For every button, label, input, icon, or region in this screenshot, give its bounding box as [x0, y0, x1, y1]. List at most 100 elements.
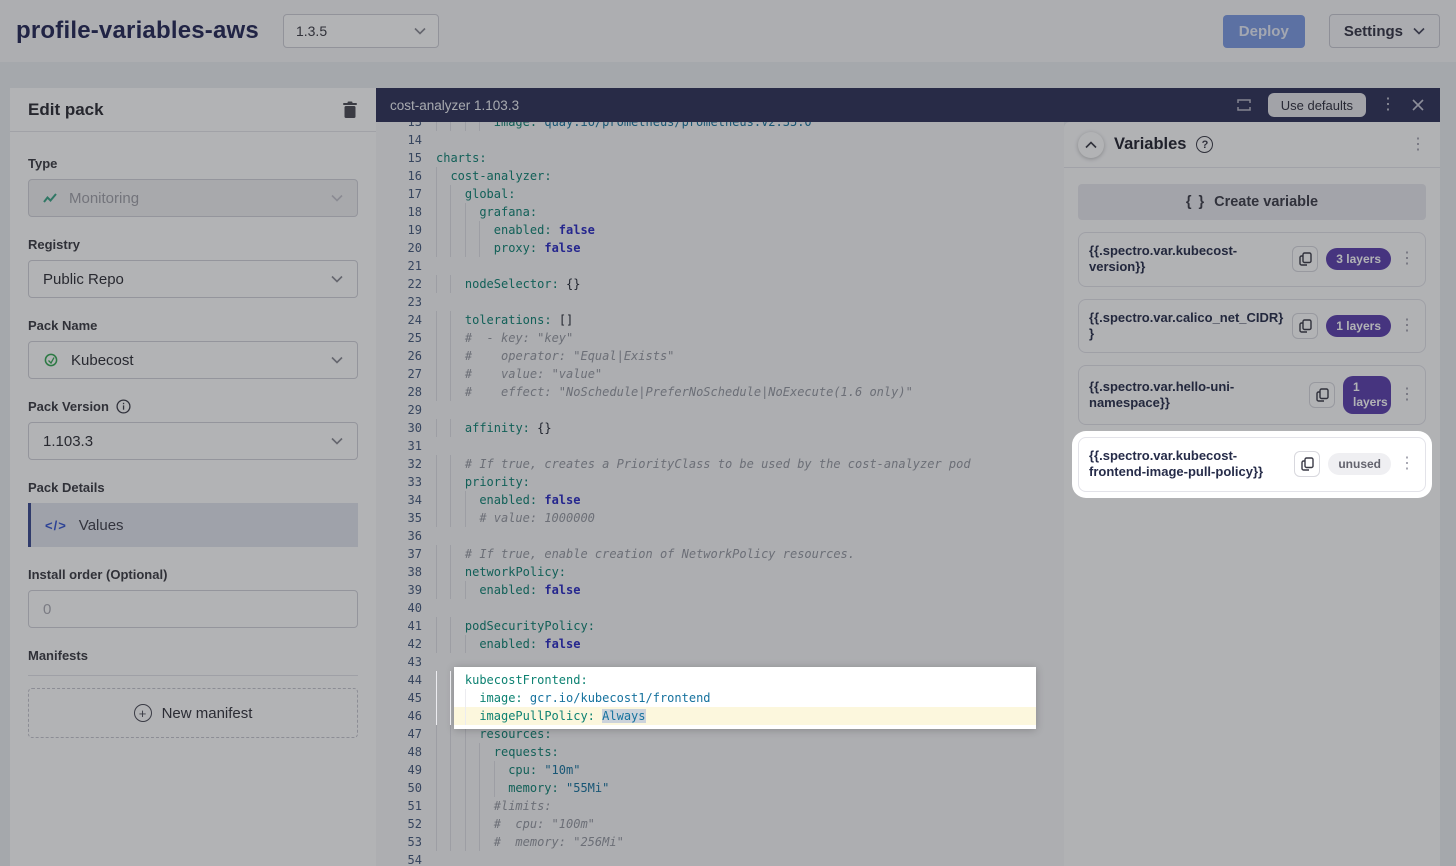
editor-header: cost-analyzer 1.103.3 Use defaults ⋮ [376, 88, 1440, 122]
chevron-down-icon [331, 437, 343, 445]
code-line[interactable]: imagePullPolicy: Always [436, 707, 1064, 725]
copy-variable-button[interactable] [1292, 246, 1318, 272]
pack-version-select[interactable]: 1.103.3 [28, 422, 358, 460]
code-line[interactable] [436, 599, 1064, 617]
copy-icon [1301, 457, 1314, 471]
line-number: 48 [376, 743, 422, 761]
variable-menu-button[interactable]: ⋮ [1399, 318, 1415, 334]
copy-variable-button[interactable] [1309, 382, 1335, 408]
code-line[interactable]: # value: 1000000 [436, 509, 1064, 527]
line-number: 17 [376, 185, 422, 203]
code-line[interactable]: # value: "value" [436, 365, 1064, 383]
code-line[interactable]: #limits: [436, 797, 1064, 815]
code-line[interactable]: cpu: "10m" [436, 761, 1064, 779]
line-number: 45 [376, 689, 422, 707]
code-line[interactable]: podSecurityPolicy: [436, 617, 1064, 635]
code-content[interactable]: image: quay.io/prometheus/prometheus:v2.… [436, 122, 1064, 866]
create-variable-button[interactable]: { } Create variable [1078, 184, 1426, 220]
edit-pack-header: Edit pack [10, 88, 376, 132]
compare-defaults-button[interactable] [1234, 96, 1254, 114]
variable-name: {{.spectro.var.kubecost-version}} [1089, 243, 1284, 276]
line-number: 23 [376, 293, 422, 311]
close-editor-button[interactable] [1410, 97, 1426, 113]
pack-editor-modal: cost-analyzer 1.103.3 Use defaults ⋮ 131… [376, 88, 1440, 866]
code-line[interactable]: priority: [436, 473, 1064, 491]
install-order-field: Install order (Optional) [28, 567, 358, 628]
registry-select[interactable]: Public Repo [28, 260, 358, 298]
code-line[interactable]: # - key: "key" [436, 329, 1064, 347]
code-line[interactable]: # operator: "Equal|Exists" [436, 347, 1064, 365]
variables-menu-button[interactable]: ⋮ [1410, 137, 1426, 153]
code-line[interactable]: cost-analyzer: [436, 167, 1064, 185]
manifests-section: Manifests + New manifest [28, 648, 358, 738]
code-line[interactable]: affinity: {} [436, 419, 1064, 437]
variable-menu-button[interactable]: ⋮ [1399, 251, 1415, 267]
variable-name: {{.spectro.var.hello-uni-namespace}} [1089, 379, 1301, 412]
line-number: 14 [376, 131, 422, 149]
editor-menu-button[interactable]: ⋮ [1380, 97, 1396, 113]
code-line[interactable]: proxy: false [436, 239, 1064, 257]
code-line[interactable] [436, 851, 1064, 866]
pack-details-values-item[interactable]: </> Values [28, 503, 358, 547]
code-line[interactable]: # memory: "256Mi" [436, 833, 1064, 851]
code-line[interactable]: grafana: [436, 203, 1064, 221]
code-line[interactable]: requests: [436, 743, 1064, 761]
variables-help-icon[interactable]: ? [1196, 136, 1213, 153]
variable-card[interactable]: {{.spectro.var.kubecost-version}}3 layer… [1078, 232, 1426, 287]
settings-button[interactable]: Settings [1329, 14, 1440, 48]
new-manifest-button[interactable]: + New manifest [28, 688, 358, 738]
copy-icon [1299, 252, 1312, 266]
code-line[interactable]: kubecostFrontend: [436, 671, 1064, 689]
code-line[interactable] [436, 131, 1064, 149]
code-line[interactable] [436, 437, 1064, 455]
delete-pack-button[interactable] [342, 101, 358, 119]
line-number: 44 [376, 671, 422, 689]
yaml-editor[interactable]: 1314151617181920212223242526272829303132… [376, 122, 1064, 866]
code-line[interactable]: networkPolicy: [436, 563, 1064, 581]
code-line[interactable]: # If true, enable creation of NetworkPol… [436, 545, 1064, 563]
code-line[interactable]: enabled: false [436, 491, 1064, 509]
code-line[interactable] [436, 257, 1064, 275]
copy-variable-button[interactable] [1292, 313, 1318, 339]
code-line[interactable]: image: quay.io/prometheus/prometheus:v2.… [436, 122, 1064, 131]
line-number: 54 [376, 851, 422, 866]
code-line[interactable]: enabled: false [436, 581, 1064, 599]
info-icon [116, 399, 131, 414]
deploy-button[interactable]: Deploy [1223, 15, 1305, 48]
braces-icon: { } [1186, 194, 1206, 210]
code-line[interactable]: nodeSelector: {} [436, 275, 1064, 293]
code-line[interactable]: global: [436, 185, 1064, 203]
code-line[interactable]: # If true, creates a PriorityClass to be… [436, 455, 1064, 473]
code-line[interactable] [436, 293, 1064, 311]
trash-icon [342, 101, 358, 119]
line-number: 13 [376, 122, 422, 131]
code-line[interactable]: tolerations: [] [436, 311, 1064, 329]
variables-header: Variables ? ⋮ [1064, 122, 1440, 168]
code-line[interactable]: # effect: "NoSchedule|PreferNoSchedule|N… [436, 383, 1064, 401]
code-line[interactable]: enabled: false [436, 221, 1064, 239]
variable-card[interactable]: {{.spectro.var.calico_net_CIDR}}1 layers… [1078, 299, 1426, 354]
code-line[interactable]: memory: "55Mi" [436, 779, 1064, 797]
line-number: 30 [376, 419, 422, 437]
variable-card[interactable]: {{.spectro.var.hello-uni-namespace}}1 la… [1078, 365, 1426, 425]
app-header: profile-variables-aws 1.3.5 Deploy Setti… [0, 0, 1456, 62]
code-line[interactable] [436, 527, 1064, 545]
code-icon: </> [45, 518, 67, 533]
variable-card[interactable]: {{.spectro.var.kubecost-frontend-image-p… [1078, 437, 1426, 492]
profile-version-select[interactable]: 1.3.5 [283, 14, 439, 48]
code-line[interactable] [436, 401, 1064, 419]
chevron-down-icon [414, 27, 426, 35]
collapse-variables-button[interactable] [1078, 132, 1104, 158]
pack-name-select[interactable]: Kubecost [28, 341, 358, 379]
use-defaults-button[interactable]: Use defaults [1268, 93, 1366, 117]
code-line[interactable]: image: gcr.io/kubecost1/frontend [436, 689, 1064, 707]
install-order-input[interactable] [28, 590, 358, 628]
code-line[interactable]: # cpu: "100m" [436, 815, 1064, 833]
code-line[interactable]: enabled: false [436, 635, 1064, 653]
variable-menu-button[interactable]: ⋮ [1399, 456, 1415, 472]
code-line[interactable]: charts: [436, 149, 1064, 167]
copy-variable-button[interactable] [1294, 451, 1320, 477]
pack-details-values-label: Values [79, 517, 124, 534]
variable-menu-button[interactable]: ⋮ [1399, 387, 1415, 403]
variables-title: Variables [1114, 135, 1186, 154]
